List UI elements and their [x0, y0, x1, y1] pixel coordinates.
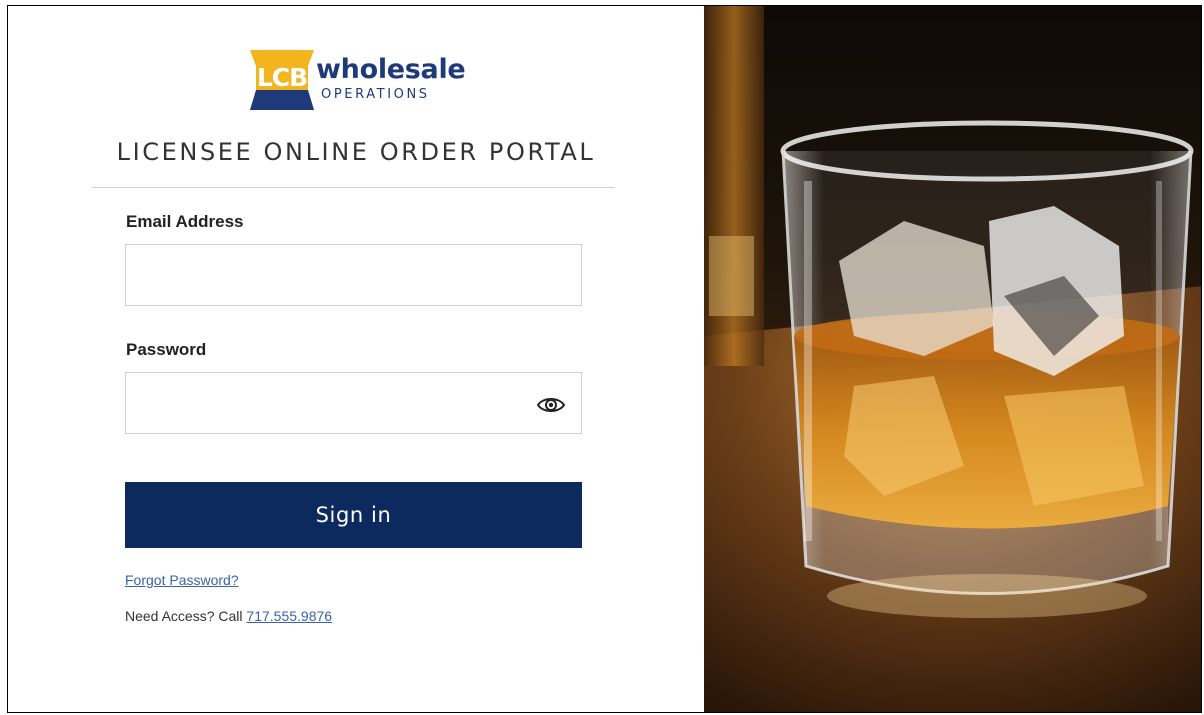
eye-icon[interactable]	[536, 394, 566, 416]
login-panel: LCB wholesale OPERATIONS LICENSEE ONLINE…	[8, 6, 704, 712]
email-label: Email Address	[126, 212, 244, 231]
password-field[interactable]	[125, 372, 582, 434]
login-window: LCB wholesale OPERATIONS LICENSEE ONLINE…	[7, 5, 1202, 713]
phone-link[interactable]: 717.555.9876	[246, 608, 332, 624]
logo-subtitle: OPERATIONS	[321, 87, 430, 102]
hero-image	[704, 6, 1201, 712]
logo-badge-text: LCB	[257, 63, 307, 92]
divider	[92, 187, 615, 188]
forgot-password-link[interactable]: Forgot Password?	[125, 572, 239, 588]
page-title: LICENSEE ONLINE ORDER PORTAL	[116, 138, 596, 166]
need-access-text: Need Access? Call	[125, 608, 243, 624]
sign-in-button[interactable]: Sign in	[125, 482, 582, 548]
keystone-logo-icon: LCB	[250, 50, 314, 110]
logo-brand: wholesale	[316, 54, 466, 85]
password-label: Password	[126, 340, 207, 359]
email-field[interactable]	[125, 244, 582, 306]
whiskey-glass-photo	[704, 6, 1201, 712]
need-access-line: Need Access? Call 717.555.9876	[125, 608, 332, 624]
lcb-logo: LCB wholesale OPERATIONS	[248, 46, 468, 110]
